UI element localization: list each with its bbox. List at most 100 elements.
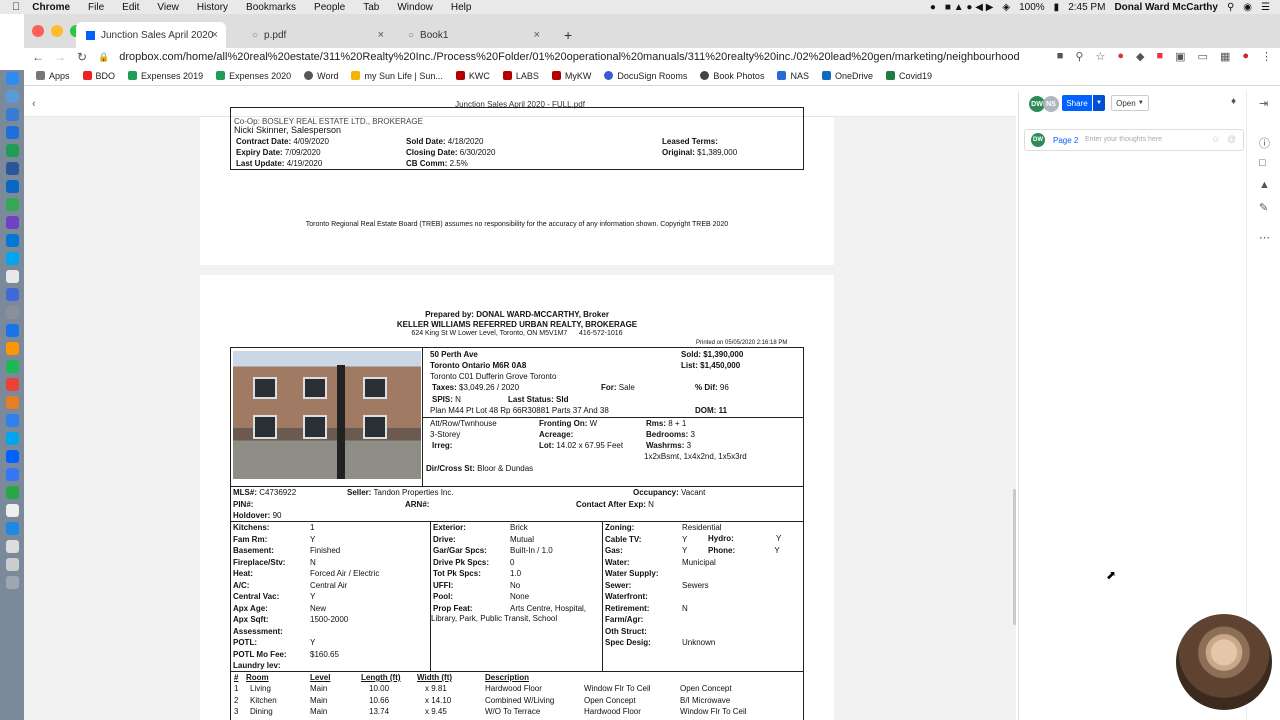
- camera-icon[interactable]: ■: [1057, 50, 1064, 63]
- clock[interactable]: 2:45 PM: [1068, 2, 1105, 13]
- comment-input-box[interactable]: DW Page 2 Enter your thoughts here ☺ @: [1024, 129, 1244, 151]
- menu-tab[interactable]: Tab: [363, 2, 379, 13]
- bookmark-word[interactable]: Word: [304, 71, 338, 81]
- bookmark-onedrive[interactable]: OneDrive: [821, 71, 873, 81]
- extension-icon[interactable]: ▦: [1220, 50, 1230, 63]
- vertical-scrollbar[interactable]: [1013, 489, 1016, 625]
- app-icon[interactable]: [5, 126, 19, 139]
- app-icon[interactable]: [5, 540, 19, 553]
- menu-view[interactable]: View: [157, 2, 179, 13]
- more-icon[interactable]: ⋯: [1259, 231, 1270, 244]
- reload-icon[interactable]: ↻: [74, 50, 90, 64]
- tab-junction-sales[interactable]: Junction Sales April 2020 ×: [76, 22, 226, 48]
- comment-page-tag[interactable]: Page 2: [1053, 136, 1078, 145]
- spotlight-icon[interactable]: ⚲: [1227, 2, 1234, 13]
- app-icon[interactable]: [5, 324, 19, 337]
- dropbox-icon[interactable]: [5, 450, 19, 463]
- bookmark-apps[interactable]: Apps: [36, 71, 70, 81]
- app-icon[interactable]: [5, 522, 19, 535]
- microphone-icon[interactable]: ●: [930, 2, 936, 13]
- stamp-icon[interactable]: ▲: [1259, 179, 1270, 191]
- app-icon[interactable]: [5, 486, 19, 499]
- new-tab-button[interactable]: +: [554, 22, 584, 48]
- lock-icon[interactable]: 🔒: [98, 52, 109, 63]
- extension-icon[interactable]: ▣: [1175, 50, 1185, 63]
- app-icon[interactable]: [5, 288, 19, 301]
- bookmark-labs[interactable]: LABS: [502, 71, 539, 81]
- comment-placeholder[interactable]: Enter your thoughts here: [1085, 136, 1162, 143]
- tab-book1[interactable]: ○ Book1 ×: [398, 22, 548, 48]
- extension-icon[interactable]: ◆: [1136, 50, 1144, 63]
- trash-icon[interactable]: [5, 576, 19, 589]
- minimize-window-icon[interactable]: [51, 25, 63, 37]
- back-icon[interactable]: ←: [30, 50, 46, 64]
- app-icon[interactable]: [5, 108, 19, 121]
- bookmark-covid19[interactable]: Covid19: [885, 71, 932, 81]
- spotify-icon[interactable]: [5, 360, 19, 373]
- bookmark-expenses-2019[interactable]: Expenses 2019: [128, 71, 203, 81]
- menu-edit[interactable]: Edit: [122, 2, 139, 13]
- cast-icon[interactable]: ▭: [1198, 50, 1208, 63]
- bookmark-docusign[interactable]: DocuSign Rooms: [604, 71, 687, 81]
- document-icon[interactable]: [5, 504, 19, 517]
- signature-icon[interactable]: ✎: [1259, 201, 1268, 214]
- bookmark-mykw[interactable]: MyKW: [551, 71, 591, 81]
- menu-bookmarks[interactable]: Bookmarks: [246, 2, 296, 13]
- pdf-viewer[interactable]: ‹ Junction Sales April 2020 - FULL.pdf C…: [24, 91, 1016, 720]
- app-icon[interactable]: [5, 180, 19, 193]
- wifi-icon[interactable]: ◈: [1002, 2, 1010, 13]
- status-icons[interactable]: ■ ▲ ● ◀ ▶: [945, 2, 993, 13]
- tab-p-pdf[interactable]: ○ p.pdf ×: [242, 22, 392, 48]
- bell-icon[interactable]: ♦: [1231, 96, 1236, 107]
- word-icon[interactable]: [5, 162, 19, 175]
- menu-app-name[interactable]: Chrome: [32, 2, 70, 13]
- bookmark-nas[interactable]: NAS: [777, 71, 809, 81]
- zoom-icon[interactable]: ⚲: [1075, 50, 1083, 63]
- app-icon[interactable]: [5, 396, 19, 409]
- emoji-icon[interactable]: ☺: [1211, 134, 1220, 144]
- apple-icon[interactable]: : [12, 1, 20, 13]
- app-icon[interactable]: [5, 90, 19, 103]
- close-window-icon[interactable]: [32, 25, 44, 37]
- close-tab-icon[interactable]: ×: [212, 29, 218, 41]
- app-icon[interactable]: [5, 306, 19, 319]
- office-icon[interactable]: ■: [1156, 50, 1163, 63]
- bookmark-kwc[interactable]: KWC: [455, 71, 490, 81]
- finder-icon[interactable]: [5, 72, 19, 85]
- skype-icon[interactable]: [5, 252, 19, 265]
- menu-file[interactable]: File: [88, 2, 104, 13]
- forward-icon[interactable]: →: [52, 50, 68, 64]
- comment-icon[interactable]: □: [1259, 157, 1266, 169]
- app-icon[interactable]: [5, 468, 19, 481]
- app-icon[interactable]: [5, 414, 19, 427]
- share-dropdown-icon[interactable]: ▼: [1093, 95, 1105, 111]
- menu-window[interactable]: Window: [397, 2, 433, 13]
- chrome-icon[interactable]: [5, 198, 19, 211]
- collapse-panel-icon[interactable]: ⇥: [1259, 97, 1268, 110]
- app-icon[interactable]: [5, 558, 19, 571]
- app-icon[interactable]: [5, 270, 19, 283]
- bookmark-sun-life[interactable]: my Sun Life | Sun...: [351, 71, 443, 81]
- siri-icon[interactable]: ◉: [1243, 2, 1252, 13]
- share-button[interactable]: Share: [1062, 95, 1092, 111]
- open-button[interactable]: Open ▼: [1111, 95, 1149, 111]
- app-icon[interactable]: [5, 378, 19, 391]
- control-center-icon[interactable]: ☰: [1261, 2, 1270, 13]
- app-icon[interactable]: [5, 432, 19, 445]
- menu-user-name[interactable]: Donal Ward McCarthy: [1114, 2, 1218, 13]
- close-tab-icon[interactable]: ×: [378, 29, 384, 41]
- bookmark-expenses-2020[interactable]: Expenses 2020: [216, 71, 291, 81]
- battery-percent[interactable]: 100%: [1019, 2, 1045, 13]
- bookmark-bdo[interactable]: BDO: [82, 71, 115, 81]
- menu-history[interactable]: History: [197, 2, 228, 13]
- app-icon[interactable]: [5, 342, 19, 355]
- menu-people[interactable]: People: [314, 2, 345, 13]
- app-icon[interactable]: [5, 216, 19, 229]
- record-icon[interactable]: ●: [1117, 50, 1124, 63]
- menu-help[interactable]: Help: [451, 2, 472, 13]
- info-icon[interactable]: ⓘ: [1259, 135, 1270, 151]
- star-icon[interactable]: ☆: [1095, 50, 1105, 63]
- user-avatar[interactable]: NS: [1043, 96, 1059, 112]
- profile-avatar-icon[interactable]: ●: [1242, 50, 1249, 63]
- property-photo[interactable]: [233, 351, 421, 479]
